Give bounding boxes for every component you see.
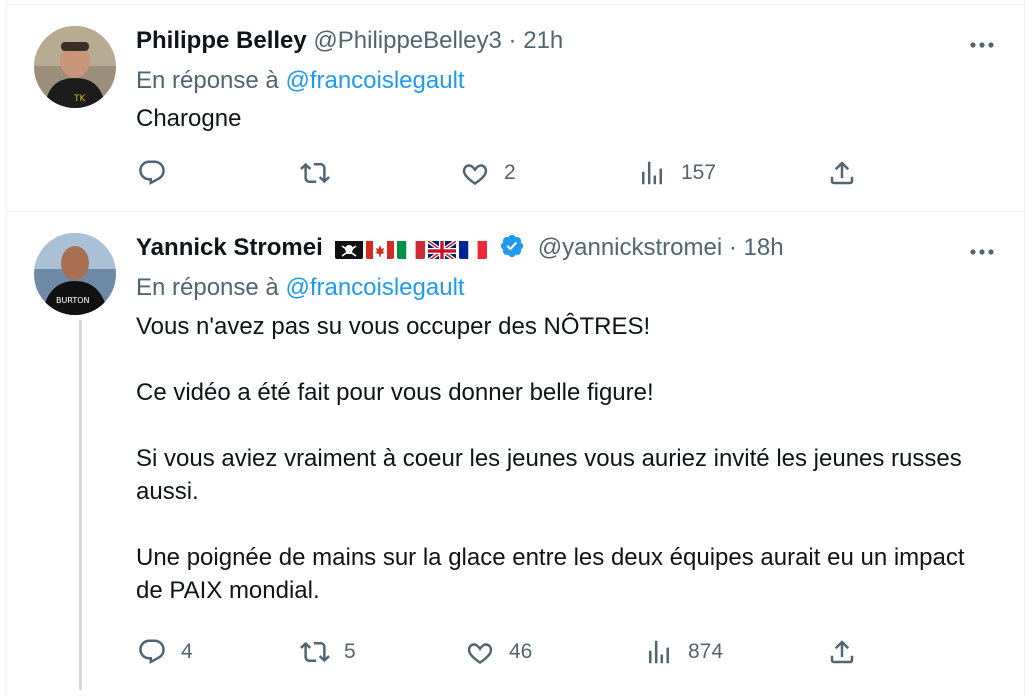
reply-mention-link[interactable]: @francoislegault — [285, 67, 464, 94]
retweet-count: 5 — [344, 640, 356, 663]
views-icon — [649, 640, 669, 664]
author-name[interactable]: Yannick Stromei — [136, 234, 323, 261]
share-icon — [830, 161, 854, 185]
italy-flag-icon — [397, 239, 426, 259]
retweet-button[interactable]: 5 — [300, 636, 356, 668]
pirate-flag-icon — [335, 239, 364, 259]
retweet-icon — [300, 162, 330, 184]
views-count: 157 — [681, 161, 717, 184]
like-button[interactable]: 46 — [465, 636, 532, 668]
frame-right-border — [1024, 0, 1025, 696]
reply-icon — [139, 160, 165, 186]
separator-dot: · — [728, 234, 737, 261]
svg-text:TK: TK — [73, 94, 86, 104]
reply-count: 4 — [181, 640, 193, 663]
reply-prefix: En réponse à — [136, 67, 279, 94]
retweet-button[interactable] — [300, 157, 344, 189]
uk-flag-icon — [428, 239, 457, 259]
author-handle[interactable]: @PhilippeBelley3 — [313, 27, 501, 54]
tweet-yannick-stromei[interactable]: BURTON Yannick Stromei @yannickstromei ·… — [7, 212, 1024, 696]
separator-dot: · — [508, 27, 517, 54]
author-name[interactable]: Philippe Belley — [136, 27, 307, 54]
svg-text:BURTON: BURTON — [56, 296, 90, 305]
france-flag-icon — [459, 239, 488, 259]
name-emoji-flags — [335, 239, 490, 259]
canada-flag-icon — [366, 239, 395, 259]
verified-badge-icon[interactable] — [499, 233, 525, 267]
retweet-icon — [300, 641, 330, 663]
avatar[interactable]: BURTON — [34, 233, 116, 315]
tweet-paragraph: Charogne — [136, 105, 242, 132]
reply-context: En réponse à @francoislegault — [136, 273, 465, 303]
author-handle[interactable]: @yannickstromei — [538, 234, 722, 261]
tweet-paragraph: Vous n'avez pas su vous occuper des NÔTR… — [136, 313, 651, 340]
tweet-philippe-belley[interactable]: TK Philippe Belley @PhilippeBelley3 · 21… — [7, 5, 1024, 211]
heart-icon — [462, 164, 488, 186]
reply-context: En réponse à @francoislegault — [136, 66, 465, 96]
more-options-icon[interactable] — [962, 242, 1002, 262]
reply-mention-link[interactable]: @francoislegault — [285, 274, 464, 301]
like-count: 46 — [509, 640, 533, 663]
reply-button[interactable] — [137, 157, 181, 189]
heart-icon — [467, 643, 493, 665]
tweet-paragraph: Si vous aviez vraiment à coeur les jeune… — [136, 445, 962, 505]
views-icon — [642, 161, 662, 185]
share-button[interactable] — [827, 636, 857, 668]
like-button[interactable]: 2 — [460, 157, 516, 189]
tweet-paragraph: Une poignée de mains sur la glace entre … — [136, 544, 965, 604]
views-count: 874 — [688, 640, 724, 663]
reply-prefix: En réponse à — [136, 274, 279, 301]
avatar[interactable]: TK — [34, 26, 116, 108]
views-button[interactable]: 874 — [644, 636, 723, 668]
tweet-paragraph: Ce vidéo a été fait pour vous donner bel… — [136, 379, 654, 406]
reply-button[interactable]: 4 — [137, 636, 193, 668]
views-button[interactable]: 157 — [637, 157, 716, 189]
tweet-header: Philippe Belley @PhilippeBelley3 · 21h — [136, 26, 563, 56]
timestamp[interactable]: 18h — [744, 234, 784, 261]
share-button[interactable] — [827, 157, 857, 189]
more-options-icon[interactable] — [962, 35, 1002, 55]
tweet-header: Yannick Stromei @yannickstromei · 18h — [136, 233, 784, 267]
thread-line — [79, 320, 82, 690]
like-count: 2 — [504, 161, 516, 184]
timestamp[interactable]: 21h — [523, 27, 563, 54]
tweet-text: Charogne — [136, 102, 996, 135]
reply-icon — [139, 639, 165, 665]
tweet-text: Vous n'avez pas su vous occuper des NÔTR… — [136, 310, 996, 607]
share-icon — [830, 640, 854, 664]
